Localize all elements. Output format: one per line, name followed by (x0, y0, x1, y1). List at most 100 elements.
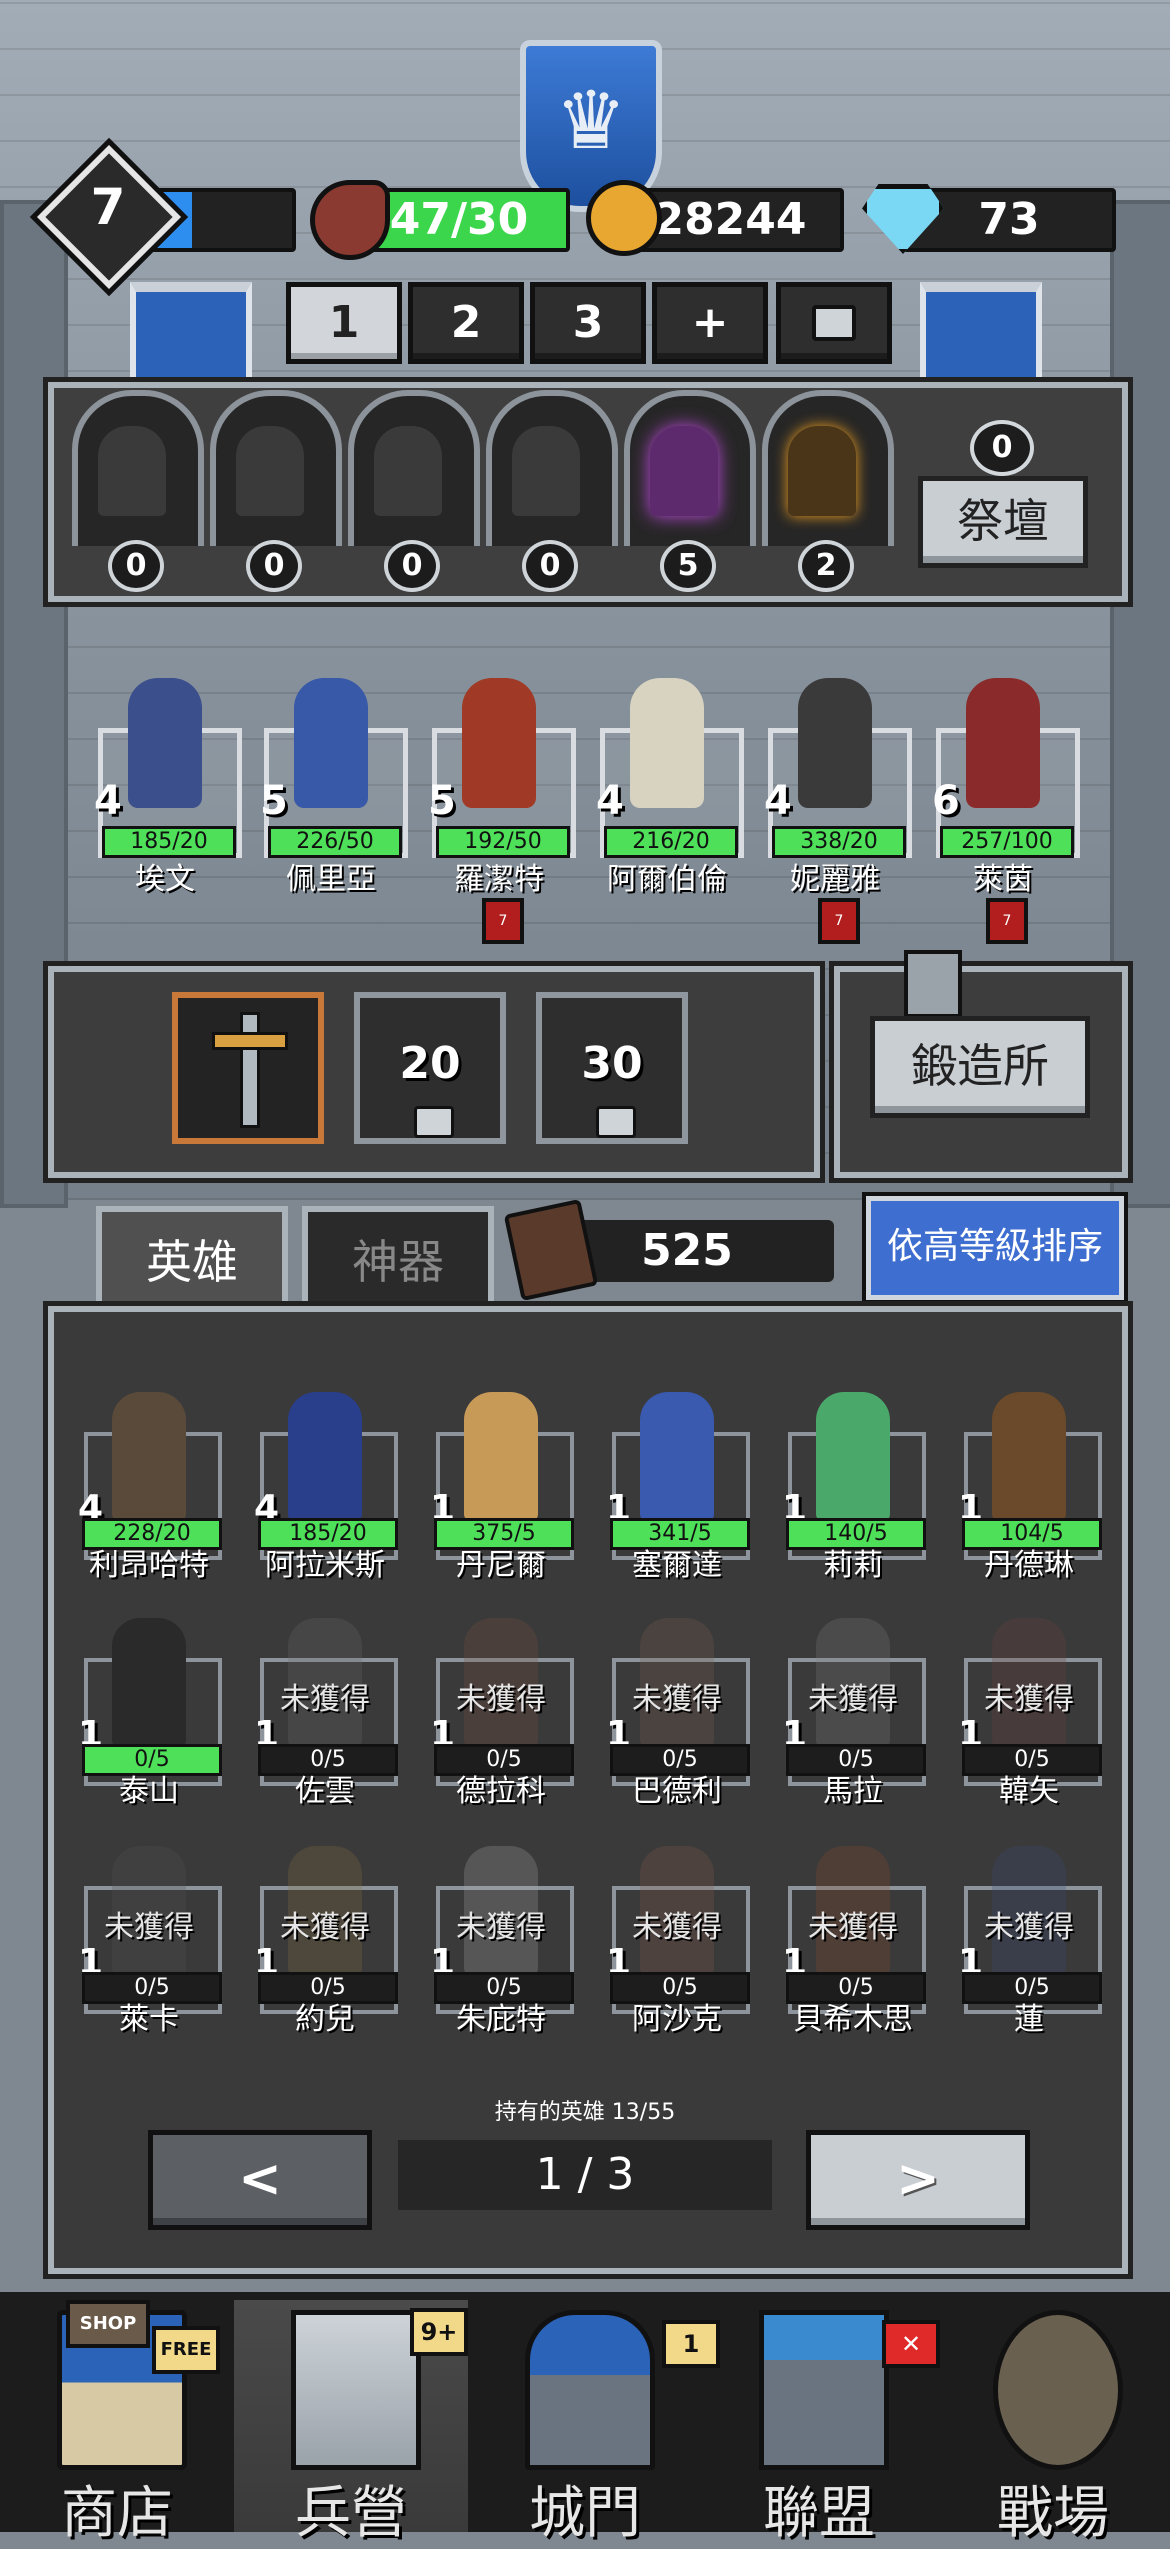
tab-heroes[interactable]: 英雄 (96, 1206, 288, 1312)
hero-sprite (630, 678, 704, 808)
roster-hero-card[interactable]: 未獲得 1 0/5 約兒 (248, 1846, 398, 2037)
free-badge: FREE (152, 2326, 220, 2374)
heart-icon: 7 (818, 898, 860, 944)
unobtained-label: 未獲得 (632, 1682, 722, 1717)
tab-artifacts[interactable]: 神器 (302, 1206, 494, 1312)
hero-name: 佩里亞 (286, 862, 376, 897)
hero-sprite (112, 1392, 186, 1522)
roster-hero-card[interactable]: 1 140/5 莉莉 (776, 1392, 926, 1583)
nav-label: 商店 (61, 2481, 173, 2546)
team-tab-1[interactable]: 1 (286, 282, 402, 364)
team-tab-2[interactable]: 2 (408, 282, 524, 364)
prev-page-button[interactable]: < (148, 2130, 372, 2230)
heart-icon: 7 (986, 898, 1028, 944)
nav-shop[interactable]: SHOP FREE 商店 (0, 2300, 234, 2546)
hero-level: 6 (932, 778, 960, 824)
altar-arch[interactable] (762, 390, 894, 546)
team-hero[interactable]: 5 192/50 羅潔特 (424, 658, 576, 897)
gold-coin-icon (586, 180, 662, 256)
weapon-slot[interactable] (172, 992, 324, 1144)
roster-hero-card[interactable]: 4 228/20 利昂哈特 (72, 1392, 222, 1583)
player-level: 7 (90, 178, 126, 236)
roster-hero-card[interactable]: 未獲得 1 0/5 佐雲 (248, 1618, 398, 1809)
hero-sprite (816, 1392, 890, 1522)
roster-hero-card[interactable]: 1 375/5 丹尼爾 (424, 1392, 574, 1583)
roster-hero-card[interactable]: 未獲得 1 0/5 萊卡 (72, 1846, 222, 2037)
unlock-level: 20 (399, 1038, 461, 1089)
hero-name: 阿拉米斯 (265, 1548, 385, 1583)
hero-name: 巴德利 (632, 1774, 722, 1809)
unobtained-label: 未獲得 (984, 1682, 1074, 1717)
crossed-swords-icon (993, 2310, 1123, 2470)
altar-count: 0 (522, 540, 578, 592)
altar-arch[interactable] (624, 390, 756, 546)
altar-button[interactable]: 祭壇 (918, 476, 1088, 568)
roster-hero-card[interactable]: 未獲得 1 0/5 貝希木思 (776, 1846, 926, 2037)
sort-button[interactable]: 依高等級排序 (862, 1192, 1128, 1304)
roster-hero-card[interactable]: 未獲得 1 0/5 朱庇特 (424, 1846, 574, 2037)
altar-count: 5 (660, 540, 716, 592)
nav-gate[interactable]: 1 城門 (468, 2300, 720, 2546)
hero-sprite (294, 678, 368, 808)
hero-name: 萊卡 (119, 2002, 179, 2037)
nav-battlefield[interactable]: 戰場 (936, 2300, 1170, 2546)
roster-hero-card[interactable]: 未獲得 1 0/5 巴德利 (600, 1618, 750, 1809)
nav-label: 戰場 (997, 2481, 1109, 2546)
team-hero[interactable]: 6 257/100 萊茵 (928, 658, 1080, 897)
forge-button[interactable]: 鍛造所 (870, 1016, 1090, 1118)
hero-name: 泰山 (119, 1774, 179, 1809)
team-tab-locked[interactable] (776, 282, 892, 364)
hero-name: 塞爾達 (632, 1548, 722, 1583)
sword-guard (212, 1032, 288, 1050)
altar-arch[interactable] (210, 390, 342, 546)
hero-level: 5 (428, 778, 456, 824)
roster-hero-card[interactable]: 1 0/5 泰山 (72, 1618, 222, 1809)
hero-sprite (288, 1392, 362, 1522)
book-icon (503, 1198, 599, 1302)
team-hero[interactable]: 4 185/20 埃文 (90, 658, 242, 897)
roster-hero-card[interactable]: 1 341/5 塞爾達 (600, 1392, 750, 1583)
altar-count: 0 (108, 540, 164, 592)
heart-icon: 7 (482, 898, 524, 944)
unobtained-label: 未獲得 (104, 1910, 194, 1945)
nav-label: 聯盟 (763, 2481, 875, 2546)
weapon-slot-locked[interactable]: 20 (354, 992, 506, 1144)
altar-total-count: 0 (970, 420, 1034, 476)
castle-gate-icon (525, 2310, 655, 2470)
hero-sprite (128, 678, 202, 808)
weapon-slot-locked[interactable]: 30 (536, 992, 688, 1144)
hero-name: 阿沙克 (632, 2002, 722, 2037)
statue-icon (512, 426, 580, 516)
altar-arch[interactable] (72, 390, 204, 546)
hero-sprite (112, 1618, 186, 1748)
statue-icon (98, 426, 166, 516)
nav-label: 兵營 (295, 2481, 407, 2546)
next-page-button[interactable]: > (806, 2130, 1030, 2230)
roster-hero-card[interactable]: 4 185/20 阿拉米斯 (248, 1392, 398, 1583)
hero-name: 阿爾伯倫 (607, 862, 727, 897)
hero-name: 羅潔特 (454, 862, 544, 897)
roster-hero-card[interactable]: 未獲得 1 0/5 韓矢 (952, 1618, 1102, 1809)
barracks-badge: 9+ (410, 2308, 468, 2356)
hero-name: 約兒 (295, 2002, 355, 2037)
hero-sprite (640, 1392, 714, 1522)
team-hero[interactable]: 4 338/20 妮麗雅 (760, 658, 912, 897)
team-tab-add[interactable]: + (652, 282, 768, 364)
team-hero[interactable]: 4 216/20 阿爾伯倫 (592, 658, 744, 897)
team-tab-3[interactable]: 3 (530, 282, 646, 364)
nav-barracks[interactable]: 9+ 兵營 (234, 2300, 468, 2546)
roster-hero-card[interactable]: 1 104/5 丹德琳 (952, 1392, 1102, 1583)
roster-hero-card[interactable]: 未獲得 1 0/5 德拉科 (424, 1618, 574, 1809)
team-hero[interactable]: 5 226/50 佩里亞 (256, 658, 408, 897)
roster-hero-card[interactable]: 未獲得 1 0/5 阿沙克 (600, 1846, 750, 2037)
gold-statue-icon (788, 426, 856, 516)
hero-name: 丹德琳 (984, 1548, 1074, 1583)
roster-hero-card[interactable]: 未獲得 1 0/5 馬拉 (776, 1618, 926, 1809)
meat-icon (310, 180, 390, 260)
roster-hero-card[interactable]: 未獲得 1 0/5 蓮 (952, 1846, 1102, 2037)
altar-arch[interactable] (486, 390, 618, 546)
owned-heroes-count: 持有的英雄 13/55 (494, 2100, 676, 2125)
nav-alliance[interactable]: ✕ 聯盟 (702, 2300, 940, 2546)
altar-arch[interactable] (348, 390, 480, 546)
shop-sign: SHOP (66, 2300, 150, 2348)
